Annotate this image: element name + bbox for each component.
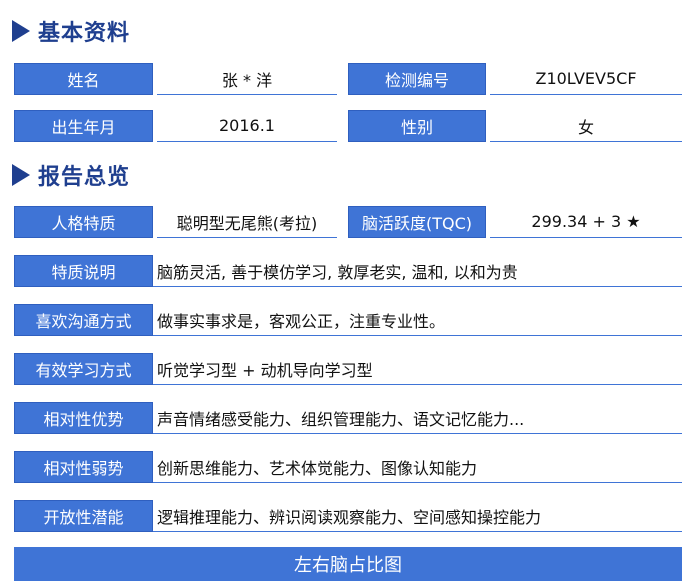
detail-row: 开放性潜能 逻辑推理能力、辨识阅读观察能力、空间感知操控能力: [14, 500, 682, 532]
basic-info-header: 基本资料: [12, 16, 130, 46]
trait-description-value: 脑筋灵活, 善于模仿学习, 敦厚老实, 温和, 以和为贵: [153, 255, 682, 287]
test-code-value: Z10LVEV5CF: [490, 63, 682, 95]
report-overview-title: 报告总览: [38, 165, 131, 190]
weaknesses-value: 创新思维能力、艺术体觉能力、图像认知能力: [153, 451, 682, 483]
personality-label: 人格特质: [14, 206, 153, 238]
name-label: 姓名: [14, 63, 153, 95]
open-potential-label: 开放性潜能: [14, 500, 153, 532]
name-code-row: 姓名 张 * 洋 检测编号 Z10LVEV5CF: [14, 63, 682, 95]
birth-gender-row: 出生年月 2016.1 性别 女: [14, 110, 682, 142]
detail-row: 有效学习方式 听觉学习型 + 动机导向学习型: [14, 353, 682, 385]
strengths-value: 声音情绪感受能力、组织管理能力、语文记忆能力...: [153, 402, 682, 434]
triangle-marker-icon: [12, 20, 30, 42]
birth-value: 2016.1: [157, 110, 337, 142]
gender-value: 女: [490, 110, 682, 142]
communication-style-label: 喜欢沟通方式: [14, 304, 153, 336]
strengths-label: 相对性优势: [14, 402, 153, 434]
basic-info-title: 基本资料: [38, 21, 131, 46]
open-potential-value: 逻辑推理能力、辨识阅读观察能力、空间感知操控能力: [153, 500, 682, 532]
brain-ratio-chart-banner: 左右脑占比图: [14, 547, 682, 581]
personality-value: 聪明型无尾熊(考拉): [157, 206, 337, 238]
detail-row: 相对性弱势 创新思维能力、艺术体觉能力、图像认知能力: [14, 451, 682, 483]
learning-style-label: 有效学习方式: [14, 353, 153, 385]
personality-activity-row: 人格特质 聪明型无尾熊(考拉) 脑活跃度(TQC) 299.34 + 3 ★: [14, 206, 682, 238]
weaknesses-label: 相对性弱势: [14, 451, 153, 483]
detail-row: 特质说明 脑筋灵活, 善于模仿学习, 敦厚老实, 温和, 以和为贵: [14, 255, 682, 287]
communication-style-value: 做事实事求是，客观公正，注重专业性。: [153, 304, 682, 336]
test-code-label: 检测编号: [348, 63, 486, 95]
brain-activity-label: 脑活跃度(TQC): [348, 206, 486, 238]
trait-description-label: 特质说明: [14, 255, 153, 287]
name-value: 张 * 洋: [157, 63, 337, 95]
learning-style-value: 听觉学习型 + 动机导向学习型: [153, 353, 682, 385]
triangle-marker-icon: [12, 164, 30, 186]
detail-row: 喜欢沟通方式 做事实事求是，客观公正，注重专业性。: [14, 304, 682, 336]
report-overview-header: 报告总览: [12, 160, 130, 190]
gender-label: 性别: [348, 110, 486, 142]
brain-activity-value: 299.34 + 3 ★: [490, 206, 682, 238]
detail-row: 相对性优势 声音情绪感受能力、组织管理能力、语文记忆能力...: [14, 402, 682, 434]
birth-label: 出生年月: [14, 110, 153, 142]
